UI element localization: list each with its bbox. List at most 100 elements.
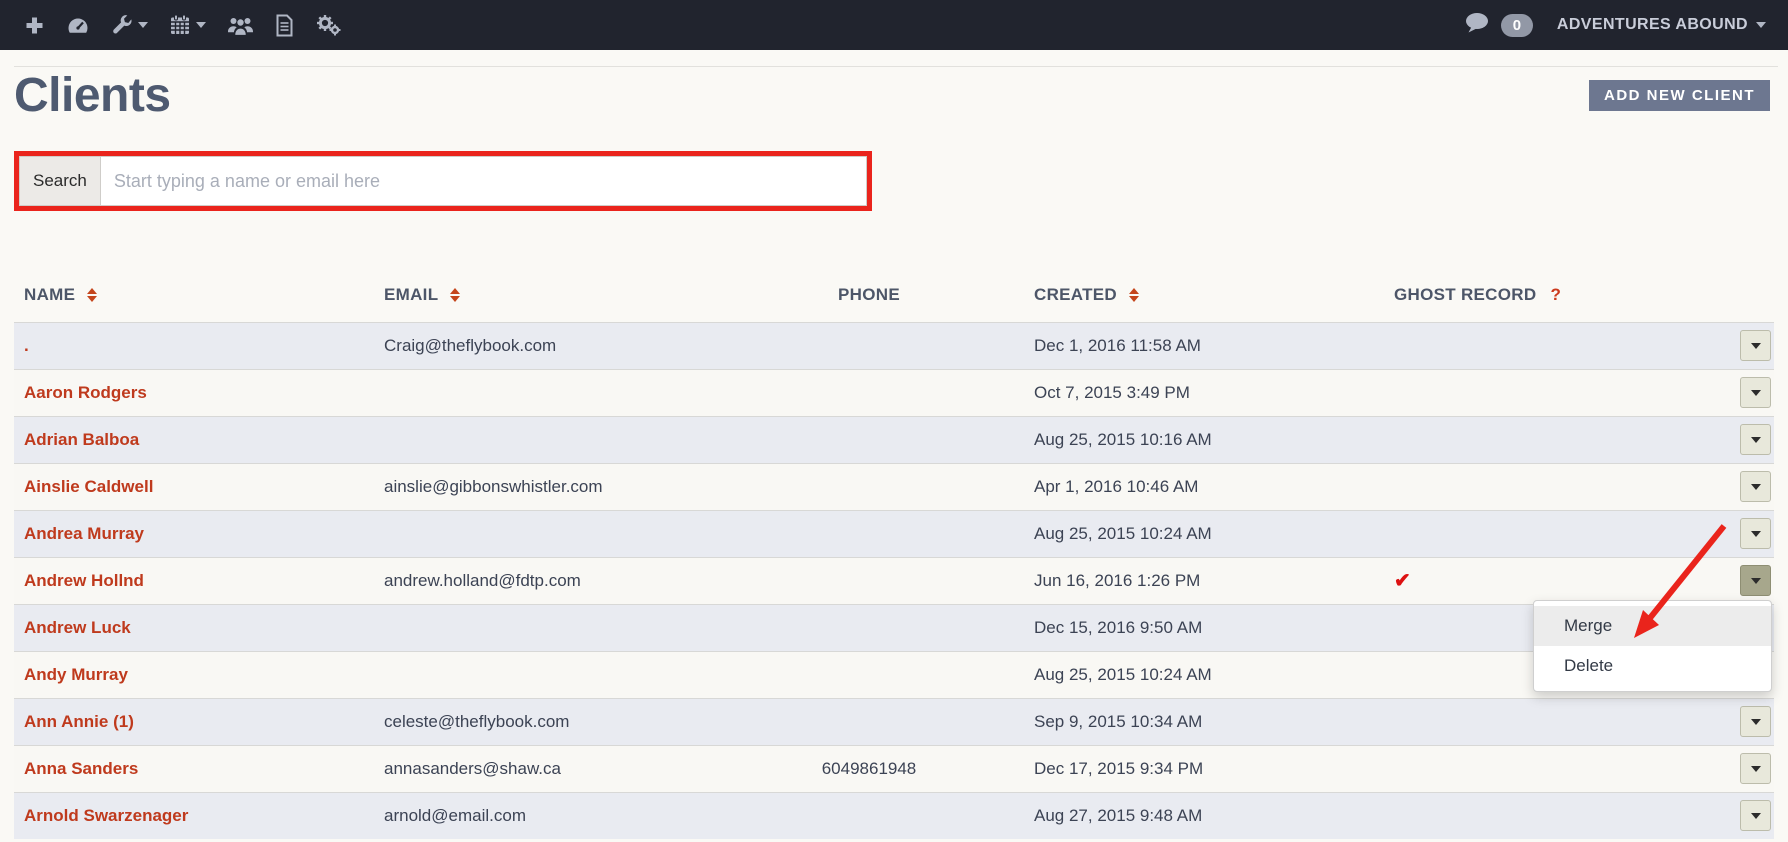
client-phone — [704, 697, 1034, 745]
table-row: Andrea Murray Aug 25, 2015 10:24 AM — [14, 509, 1774, 557]
row-actions-dropdown-button[interactable] — [1740, 706, 1771, 737]
search-input[interactable] — [99, 156, 867, 206]
client-created: Dec 1, 2016 11:58 AM — [1034, 321, 1390, 369]
row-actions-dropdown-button[interactable] — [1740, 753, 1771, 784]
chevron-down-icon — [1750, 577, 1761, 584]
menu-item-merge[interactable]: Merge — [1534, 606, 1771, 646]
table-row: Anna Sanders annasanders@shaw.ca 6049861… — [14, 744, 1774, 792]
menu-item-delete[interactable]: Delete — [1534, 646, 1771, 686]
column-header-actions — [1700, 268, 1774, 322]
row-actions-dropdown-button[interactable] — [1740, 330, 1771, 361]
chevron-down-icon — [1750, 436, 1761, 443]
account-name: ADVENTURES ABOUND — [1556, 16, 1748, 33]
client-name-link[interactable]: Andrea Murray — [24, 524, 144, 543]
calendar-icon[interactable] — [167, 10, 208, 40]
client-created: Aug 27, 2015 9:48 AM — [1034, 791, 1390, 839]
client-phone — [704, 791, 1034, 839]
client-email — [384, 368, 704, 416]
row-actions-dropdown-button[interactable] — [1740, 471, 1771, 502]
table-row: Ainslie Caldwell ainslie@gibbonswhistler… — [14, 462, 1774, 510]
chevron-down-icon — [196, 22, 206, 28]
clients-table: NAME EMAIL PHONE CREATED GHOST RECORD ? … — [14, 268, 1774, 839]
row-actions-dropdown-button[interactable] — [1740, 377, 1771, 408]
divider — [14, 66, 1778, 67]
table-row: Andrew Luck Dec 15, 2016 9:50 AM — [14, 603, 1774, 651]
row-actions-dropdown-button-open[interactable] — [1740, 565, 1771, 596]
sort-icon[interactable] — [450, 288, 461, 303]
ghost-record-check-icon: ✔ — [1394, 570, 1411, 592]
table-row: Andy Murray Aug 25, 2015 10:24 AM — [14, 650, 1774, 698]
client-created: Aug 25, 2015 10:16 AM — [1034, 415, 1390, 463]
sort-icon[interactable] — [1129, 288, 1140, 303]
search-highlight-annotation: Search — [14, 151, 872, 211]
client-created: Jun 16, 2016 1:26 PM — [1034, 556, 1390, 604]
table-row: Arnold Swarzenager arnold@email.com Aug … — [14, 791, 1774, 839]
client-created: Apr 1, 2016 10:46 AM — [1034, 462, 1390, 510]
client-name-link[interactable]: Adrian Balboa — [24, 430, 139, 449]
column-header-name[interactable]: NAME — [14, 268, 384, 322]
client-created: Aug 25, 2015 10:24 AM — [1034, 509, 1390, 557]
client-created: Dec 15, 2016 9:50 AM — [1034, 603, 1390, 651]
client-phone — [704, 603, 1034, 651]
chevron-down-icon — [1750, 342, 1761, 349]
documents-icon[interactable] — [273, 10, 296, 41]
client-phone — [704, 556, 1034, 604]
chevron-down-icon — [1750, 389, 1761, 396]
client-phone — [704, 650, 1034, 698]
client-phone — [704, 509, 1034, 557]
table-row: Ann Annie (1) celeste@theflybook.com Sep… — [14, 697, 1774, 745]
notification-count-badge[interactable]: 0 — [1500, 13, 1533, 37]
top-navbar: 0 ADVENTURES ABOUND — [0, 0, 1788, 50]
help-icon[interactable]: ? — [1550, 285, 1561, 304]
client-name-link[interactable]: . — [24, 336, 29, 355]
table-row: Aaron Rodgers Oct 7, 2015 3:49 PM — [14, 368, 1774, 416]
client-created: Dec 17, 2015 9:34 PM — [1034, 744, 1390, 792]
chat-icon[interactable] — [1464, 12, 1491, 39]
client-email: arnold@email.com — [384, 791, 704, 839]
client-email: celeste@theflybook.com — [384, 697, 704, 745]
client-name-link[interactable]: Ann Annie (1) — [24, 712, 134, 731]
clients-icon[interactable] — [225, 11, 256, 40]
client-name-link[interactable]: Andrew Hollnd — [24, 571, 144, 590]
chevron-down-icon — [1756, 22, 1766, 28]
row-actions-dropdown-button[interactable] — [1740, 800, 1771, 832]
client-phone — [704, 462, 1034, 510]
client-created: Aug 25, 2015 10:24 AM — [1034, 650, 1390, 698]
add-new-client-button[interactable]: ADD NEW CLIENT — [1589, 80, 1770, 111]
settings-icon[interactable] — [313, 10, 343, 40]
chevron-down-icon — [1750, 718, 1761, 725]
client-name-link[interactable]: Andrew Luck — [24, 618, 131, 637]
row-actions-dropdown-button[interactable] — [1740, 424, 1771, 455]
row-actions-menu: Merge Delete — [1533, 600, 1772, 692]
client-name-link[interactable]: Aaron Rodgers — [24, 383, 147, 402]
search-label: Search — [19, 156, 100, 206]
table-row: . Craig@theflybook.com Dec 1, 2016 11:58… — [14, 321, 1774, 369]
client-email: andrew.holland@fdtp.com — [384, 556, 704, 604]
sort-icon[interactable] — [87, 288, 98, 303]
column-header-email[interactable]: EMAIL — [384, 268, 704, 322]
tools-icon[interactable] — [109, 10, 150, 40]
client-created: Oct 7, 2015 3:49 PM — [1034, 368, 1390, 416]
add-icon[interactable] — [22, 11, 47, 40]
page-title: Clients — [14, 69, 171, 122]
client-email: annasanders@shaw.ca — [384, 744, 704, 792]
client-created: Sep 9, 2015 10:34 AM — [1034, 697, 1390, 745]
account-menu[interactable]: ADVENTURES ABOUND — [1557, 16, 1766, 34]
table-header-row: NAME EMAIL PHONE CREATED GHOST RECORD ? — [14, 268, 1774, 322]
row-actions-dropdown-button[interactable] — [1740, 518, 1771, 549]
client-name-link[interactable]: Arnold Swarzenager — [24, 806, 188, 825]
dashboard-icon[interactable] — [64, 11, 92, 40]
client-phone — [704, 368, 1034, 416]
client-name-link[interactable]: Ainslie Caldwell — [24, 477, 153, 496]
table-row: Andrew Hollnd andrew.holland@fdtp.com Ju… — [14, 556, 1774, 604]
client-phone: 6049861948 — [704, 744, 1034, 792]
client-email: Craig@theflybook.com — [384, 321, 704, 369]
column-header-created[interactable]: CREATED — [1034, 268, 1390, 322]
client-name-link[interactable]: Anna Sanders — [24, 759, 138, 778]
client-phone — [704, 415, 1034, 463]
chevron-down-icon — [1750, 483, 1761, 490]
client-name-link[interactable]: Andy Murray — [24, 665, 128, 684]
table-row: Adrian Balboa Aug 25, 2015 10:16 AM — [14, 415, 1774, 463]
client-email: ainslie@gibbonswhistler.com — [384, 462, 704, 510]
chevron-down-icon — [1750, 812, 1761, 819]
